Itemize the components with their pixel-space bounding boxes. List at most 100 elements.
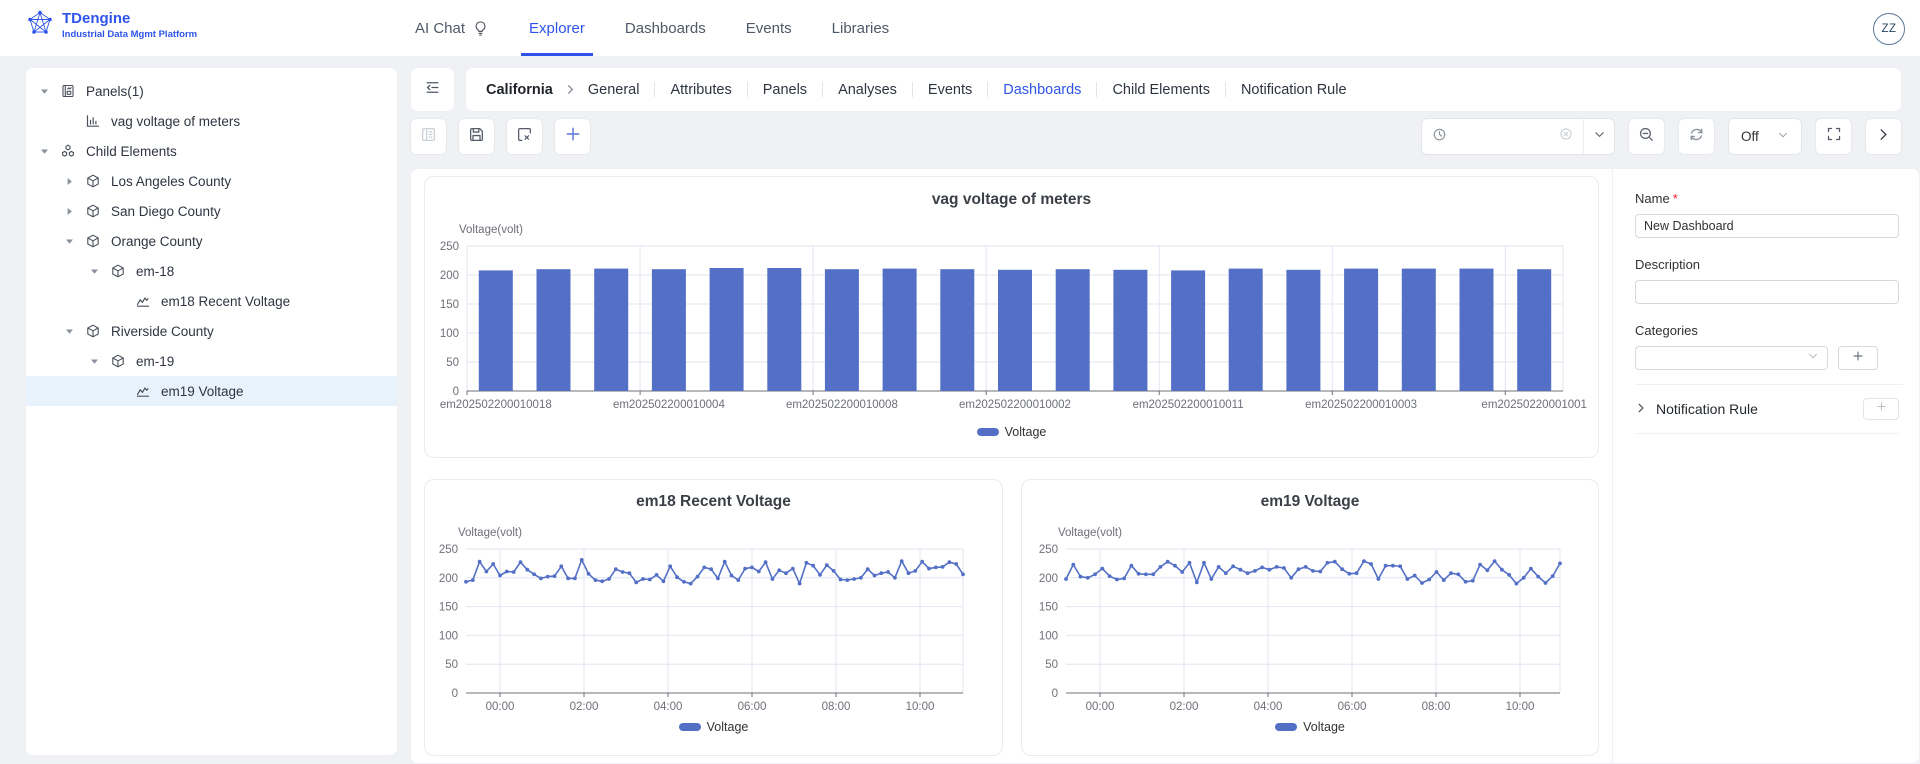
clock-icon xyxy=(1432,127,1447,147)
tree-item-label: em-18 xyxy=(136,263,175,279)
tree-item-orange-county[interactable]: Orange County xyxy=(26,226,397,256)
breadcrumb-tab-events[interactable]: Events xyxy=(928,82,972,98)
cube-icon xyxy=(109,263,127,279)
chevron-right-icon xyxy=(1876,127,1891,147)
bar-chart-icon xyxy=(84,113,102,129)
svg-text:em202502200010003: em202502200010003 xyxy=(1305,399,1417,411)
nav-item-events[interactable]: Events xyxy=(746,0,792,56)
add-panel-button[interactable] xyxy=(554,118,591,155)
notification-rule-toggle[interactable]: Notification Rule xyxy=(1635,401,1758,417)
categories-field-label: Categories xyxy=(1635,323,1698,338)
notification-rule-section: Notification Rule xyxy=(1635,385,1899,434)
tree-caret-expanded-icon[interactable] xyxy=(64,326,84,337)
nav-label: Dashboards xyxy=(624,19,706,37)
svg-text:08:00: 08:00 xyxy=(822,701,851,713)
tree-item-panels-1-[interactable]: Panels(1) xyxy=(26,76,397,106)
cube-icon xyxy=(84,203,102,219)
time-range-expand[interactable] xyxy=(1583,119,1614,154)
description-field-label: Description xyxy=(1635,257,1701,272)
tree-caret-expanded-icon[interactable] xyxy=(39,146,59,157)
breadcrumb-tab-notification-rule[interactable]: Notification Rule xyxy=(1241,82,1347,98)
brand-logo[interactable]: TDengine Industrial Data Mgmt Platform xyxy=(26,9,197,42)
svg-text:10:00: 10:00 xyxy=(1506,701,1535,713)
chevron-right-icon xyxy=(1635,401,1647,417)
clear-circle-icon[interactable] xyxy=(1559,127,1573,146)
nav-label: AI Chat xyxy=(415,19,466,37)
collapse-sidebar-button[interactable] xyxy=(410,67,455,112)
breadcrumb-tab-analyses[interactable]: Analyses xyxy=(838,82,897,98)
tree-item-em-18[interactable]: em-18 xyxy=(26,256,397,286)
svg-text:100: 100 xyxy=(1039,630,1058,642)
breadcrumb-divider xyxy=(746,82,748,97)
add-category-button[interactable] xyxy=(1838,346,1878,370)
tree-item-los-angeles-county[interactable]: Los Angeles County xyxy=(26,166,397,196)
svg-text:100: 100 xyxy=(440,328,459,340)
tree-item-riverside-county[interactable]: Riverside County xyxy=(26,316,397,346)
tree-item-em-19[interactable]: em-19 xyxy=(26,346,397,376)
nav-item-libraries[interactable]: Libraries xyxy=(832,0,890,56)
time-range-picker[interactable] xyxy=(1421,118,1615,155)
legend-marker xyxy=(976,428,999,436)
nav-item-ai-chat[interactable]: AI Chat xyxy=(415,0,489,56)
save-button[interactable] xyxy=(458,118,495,155)
svg-text:em202502200010002: em202502200010002 xyxy=(959,399,1071,411)
legend-label: Voltage xyxy=(1303,720,1345,734)
breadcrumb-tab-attributes[interactable]: Attributes xyxy=(670,82,731,98)
cube-icon xyxy=(84,173,102,189)
breadcrumb-tab-general[interactable]: General xyxy=(588,82,640,98)
required-asterisk: * xyxy=(1672,191,1678,206)
tree-item-child-elements[interactable]: Child Elements xyxy=(26,136,397,166)
chart-legend[interactable]: Voltage xyxy=(425,720,1002,734)
auto-refresh-select[interactable]: Off xyxy=(1728,118,1802,155)
top-header: TDengine Industrial Data Mgmt Platform A… xyxy=(0,0,1920,57)
plus-icon xyxy=(1851,349,1865,368)
tree-item-vag-voltage-of-meters[interactable]: vag voltage of meters xyxy=(26,106,397,136)
dashboard-content: vag voltage of meters Voltage(volt) 0 50 10… xyxy=(410,168,1920,764)
brand-title: TDengine xyxy=(62,10,131,28)
breadcrumb-divider xyxy=(911,82,913,97)
zoom-out-button[interactable] xyxy=(1628,118,1665,155)
svg-text:04:00: 04:00 xyxy=(1254,701,1283,713)
legend-marker xyxy=(1275,723,1298,731)
properties-panel: Name* Description Categories xyxy=(1612,169,1920,763)
next-panel-button[interactable] xyxy=(1865,118,1902,155)
categories-select[interactable] xyxy=(1635,346,1828,370)
name-field-label: Name * xyxy=(1635,191,1678,206)
tree-caret-collapsed-icon[interactable] xyxy=(64,176,84,187)
refresh-button[interactable] xyxy=(1678,118,1715,155)
tree-item-label: Los Angeles County xyxy=(111,173,232,189)
svg-text:Voltage(volt): Voltage(volt) xyxy=(1058,527,1122,539)
tree-item-label: em19 Voltage xyxy=(161,383,244,399)
detail-list-button[interactable] xyxy=(410,118,447,155)
breadcrumb-root[interactable]: California xyxy=(486,82,553,98)
tree-item-em19-voltage[interactable]: em19 Voltage xyxy=(26,376,397,406)
name-input[interactable] xyxy=(1635,214,1899,238)
chart-legend[interactable]: Voltage xyxy=(1022,720,1598,734)
chart-title: vag voltage of meters xyxy=(931,191,1092,208)
discard-button[interactable] xyxy=(506,118,543,155)
tree-caret-expanded-icon[interactable] xyxy=(64,236,84,247)
svg-text:50: 50 xyxy=(445,659,458,671)
tree-item-label: Child Elements xyxy=(86,143,177,159)
user-avatar[interactable]: ZZ xyxy=(1873,13,1905,45)
add-notification-rule-button[interactable] xyxy=(1863,398,1899,420)
nav-item-explorer[interactable]: Explorer xyxy=(521,0,593,56)
tree-caret-expanded-icon[interactable] xyxy=(89,356,109,367)
description-input[interactable] xyxy=(1635,280,1899,304)
chart-legend[interactable]: Voltage xyxy=(425,425,1598,439)
svg-text:150: 150 xyxy=(1039,602,1058,614)
breadcrumb-tab-dashboards[interactable]: Dashboards xyxy=(1003,82,1081,98)
tree-item-em18-recent-voltage[interactable]: em18 Recent Voltage xyxy=(26,286,397,316)
svg-text:50: 50 xyxy=(1045,659,1058,671)
tree-caret-expanded-icon[interactable] xyxy=(39,86,59,97)
tree-caret-collapsed-icon[interactable] xyxy=(64,206,84,217)
collapse-sidebar-icon xyxy=(424,79,441,101)
breadcrumb-tab-child-elements[interactable]: Child Elements xyxy=(1112,82,1210,98)
breadcrumb-tab-panels[interactable]: Panels xyxy=(763,82,807,98)
fullscreen-button[interactable] xyxy=(1815,118,1852,155)
chart-card-em19-voltage: em19 Voltage Voltage(volt) 0 50 100 150 200 25… xyxy=(1021,479,1599,756)
tree-caret-expanded-icon[interactable] xyxy=(89,266,109,277)
svg-text:200: 200 xyxy=(439,573,458,585)
tree-item-san-diego-county[interactable]: San Diego County xyxy=(26,196,397,226)
nav-item-dashboards[interactable]: Dashboards xyxy=(625,0,706,56)
